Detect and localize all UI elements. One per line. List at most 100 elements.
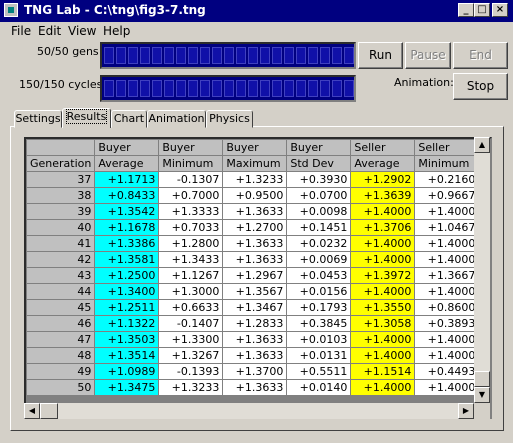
row-header[interactable]: 41 bbox=[26, 235, 96, 252]
tab-animation[interactable]: Animation bbox=[147, 110, 206, 128]
table-cell[interactable]: +1.3233 bbox=[158, 379, 224, 396]
column-header-top[interactable] bbox=[26, 139, 96, 156]
table-cell[interactable]: +1.4000 bbox=[350, 203, 416, 220]
table-cell[interactable]: +1.3400 bbox=[94, 283, 160, 300]
table-cell[interactable]: +0.0156 bbox=[286, 283, 352, 300]
table-cell[interactable]: +1.3267 bbox=[158, 347, 224, 364]
row-header[interactable]: 40 bbox=[26, 219, 96, 236]
table-cell[interactable]: +0.0700 bbox=[286, 187, 352, 204]
table-cell[interactable]: +1.2833 bbox=[222, 315, 288, 332]
table-cell[interactable]: +1.4000 bbox=[350, 251, 416, 268]
table-cell[interactable]: +1.3633 bbox=[222, 235, 288, 252]
table-cell[interactable]: +1.2700 bbox=[222, 219, 288, 236]
row-header[interactable]: 37 bbox=[26, 171, 96, 188]
table-cell[interactable]: +1.4000 bbox=[414, 203, 480, 220]
tab-physics[interactable]: Physics bbox=[206, 110, 253, 128]
column-header-top[interactable]: Buyer bbox=[222, 139, 288, 156]
scroll-left-button[interactable]: ◀ bbox=[24, 403, 40, 419]
app-icon[interactable] bbox=[4, 3, 18, 17]
column-header-top[interactable]: Buyer bbox=[158, 139, 224, 156]
table-cell[interactable]: +0.1793 bbox=[286, 299, 352, 316]
table-cell[interactable]: +1.3386 bbox=[94, 235, 160, 252]
table-cell[interactable]: +1.4000 bbox=[414, 283, 480, 300]
table-cell[interactable]: +1.3550 bbox=[350, 299, 416, 316]
table-cell[interactable]: +1.0467 bbox=[414, 219, 480, 236]
vertical-scroll-thumb[interactable] bbox=[474, 371, 490, 387]
table-cell[interactable]: +0.0069 bbox=[286, 251, 352, 268]
table-cell[interactable]: +0.8600 bbox=[414, 299, 480, 316]
table-cell[interactable]: +1.3058 bbox=[350, 315, 416, 332]
table-cell[interactable]: +1.4000 bbox=[414, 347, 480, 364]
tab-results[interactable]: Results bbox=[62, 108, 111, 128]
table-cell[interactable]: +0.2160 bbox=[414, 171, 480, 188]
table-cell[interactable]: +1.3700 bbox=[222, 363, 288, 380]
table-cell[interactable]: +0.7033 bbox=[158, 219, 224, 236]
column-header[interactable]: Average bbox=[94, 155, 160, 172]
menu-edit[interactable]: Edit bbox=[38, 24, 61, 38]
table-cell[interactable]: +1.4000 bbox=[414, 251, 480, 268]
table-cell[interactable]: +1.3633 bbox=[222, 203, 288, 220]
table-cell[interactable]: +1.3972 bbox=[350, 267, 416, 284]
table-cell[interactable]: +0.7000 bbox=[158, 187, 224, 204]
table-cell[interactable]: +1.1267 bbox=[158, 267, 224, 284]
table-cell[interactable]: +1.3503 bbox=[94, 331, 160, 348]
table-cell[interactable]: +1.1678 bbox=[94, 219, 160, 236]
row-header[interactable]: 43 bbox=[26, 267, 96, 284]
tab-settings[interactable]: Settings bbox=[14, 110, 62, 128]
table-cell[interactable]: +1.3433 bbox=[158, 251, 224, 268]
table-cell[interactable]: +0.1451 bbox=[286, 219, 352, 236]
results-grid[interactable]: Buyer Buyer Buyer Buyer Seller Seller Generati… bbox=[24, 137, 492, 419]
table-cell[interactable]: +1.3475 bbox=[94, 379, 160, 396]
row-header[interactable]: 38 bbox=[26, 187, 96, 204]
table-cell[interactable]: +0.6633 bbox=[158, 299, 224, 316]
row-header[interactable]: 39 bbox=[26, 203, 96, 220]
table-cell[interactable]: -0.1307 bbox=[158, 171, 224, 188]
table-cell[interactable]: +1.3467 bbox=[222, 299, 288, 316]
table-cell[interactable]: +1.4000 bbox=[414, 379, 480, 396]
column-header[interactable]: Minimum bbox=[158, 155, 224, 172]
row-header[interactable]: 42 bbox=[26, 251, 96, 268]
tab-chart[interactable]: Chart bbox=[111, 110, 147, 128]
row-header[interactable]: 49 bbox=[26, 363, 96, 380]
table-cell[interactable]: +1.1322 bbox=[94, 315, 160, 332]
row-header[interactable]: 48 bbox=[26, 347, 96, 364]
row-header[interactable]: 50 bbox=[26, 379, 96, 396]
table-cell[interactable]: +0.0131 bbox=[286, 347, 352, 364]
run-button[interactable]: Run bbox=[358, 42, 403, 69]
table-cell[interactable]: +1.3233 bbox=[222, 171, 288, 188]
table-cell[interactable]: +0.3845 bbox=[286, 315, 352, 332]
column-header-top[interactable]: Seller bbox=[414, 139, 480, 156]
table-cell[interactable]: +1.3633 bbox=[222, 251, 288, 268]
table-cell[interactable]: +1.3581 bbox=[94, 251, 160, 268]
column-header[interactable]: Minimum bbox=[414, 155, 480, 172]
table-cell[interactable]: +1.3706 bbox=[350, 219, 416, 236]
table-cell[interactable]: +1.2902 bbox=[350, 171, 416, 188]
scroll-right-button[interactable]: ▶ bbox=[458, 403, 474, 419]
column-header[interactable]: Average bbox=[350, 155, 416, 172]
table-cell[interactable]: +1.4000 bbox=[350, 379, 416, 396]
table-cell[interactable]: +0.3893 bbox=[414, 315, 480, 332]
pause-button[interactable]: Pause bbox=[405, 42, 451, 69]
table-cell[interactable]: +1.3633 bbox=[222, 331, 288, 348]
horizontal-scrollbar[interactable]: ◀ ▶ bbox=[24, 403, 474, 419]
table-cell[interactable]: +1.4000 bbox=[350, 331, 416, 348]
menu-view[interactable]: View bbox=[68, 24, 96, 38]
scroll-up-button[interactable]: ▲ bbox=[474, 137, 490, 153]
table-cell[interactable]: +1.3514 bbox=[94, 347, 160, 364]
close-button[interactable]: × bbox=[492, 3, 508, 17]
table-cell[interactable]: +1.3567 bbox=[222, 283, 288, 300]
table-cell[interactable]: +1.3667 bbox=[414, 267, 480, 284]
table-cell[interactable]: +1.3333 bbox=[158, 203, 224, 220]
table-cell[interactable]: +0.0232 bbox=[286, 235, 352, 252]
table-cell[interactable]: +1.1713 bbox=[94, 171, 160, 188]
stop-button[interactable]: Stop bbox=[453, 73, 508, 100]
row-header[interactable]: 46 bbox=[26, 315, 96, 332]
column-header-top[interactable]: Buyer bbox=[286, 139, 352, 156]
table-cell[interactable]: +1.1514 bbox=[350, 363, 416, 380]
table-cell[interactable]: +1.4000 bbox=[350, 347, 416, 364]
table-cell[interactable]: +0.0140 bbox=[286, 379, 352, 396]
table-cell[interactable]: +0.9667 bbox=[414, 187, 480, 204]
table-cell[interactable]: +1.2500 bbox=[94, 267, 160, 284]
table-cell[interactable]: -0.1407 bbox=[158, 315, 224, 332]
table-cell[interactable]: +0.0098 bbox=[286, 203, 352, 220]
